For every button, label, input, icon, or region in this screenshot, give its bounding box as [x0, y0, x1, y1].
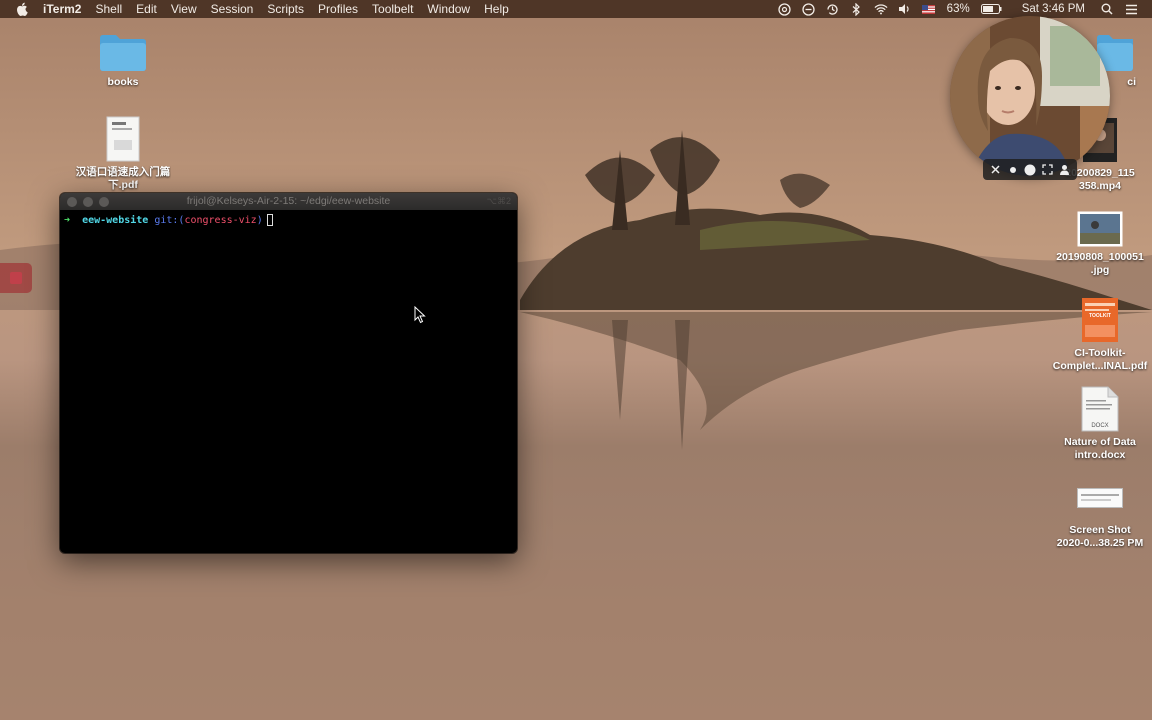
menu-shell[interactable]: Shell	[95, 0, 122, 18]
terminal-content[interactable]: ➜ eew-website git:(congress-viz)	[60, 210, 517, 232]
battery-icon[interactable]	[981, 2, 1003, 16]
bluetooth-icon[interactable]	[850, 2, 864, 16]
docx-document-icon: DOCX	[1081, 386, 1119, 432]
window-shortcut: ⌥⌘2	[486, 196, 511, 206]
desktop-icon-label: books	[107, 76, 139, 88]
window-titlebar[interactable]: frijol@Kelseys-Air-2-15: ~/edgi/eew-webs…	[60, 193, 517, 210]
desktop-folder-books[interactable]: books	[75, 32, 171, 89]
volume-icon[interactable]	[898, 2, 912, 16]
prompt-git-label: git:(	[154, 215, 185, 226]
search-icon[interactable]	[1100, 2, 1114, 16]
menu-view[interactable]: View	[171, 0, 197, 18]
menu-app-name[interactable]: iTerm2	[43, 0, 81, 18]
desktop-icon-label: Screen Shot 2020-0...38.25 PM	[1056, 524, 1144, 549]
text-cursor	[266, 214, 273, 226]
prompt-git-branch: congress-viz	[184, 215, 257, 226]
apple-menu-icon[interactable]	[15, 2, 29, 16]
small-size-icon[interactable]	[1006, 163, 1020, 177]
prompt-directory: eew-website	[82, 215, 149, 226]
menu-bar: iTerm2 Shell Edit View Session Scripts P…	[0, 0, 1152, 18]
creative-cloud-icon[interactable]	[778, 2, 792, 16]
menu-session[interactable]: Session	[211, 0, 254, 18]
desktop-file-jpg[interactable]: 20190808_100051 .jpg	[1052, 211, 1148, 277]
desktop-file-docx[interactable]: DOCX Nature of Data intro.docx	[1052, 386, 1148, 462]
mouse-pointer-icon	[414, 306, 426, 324]
menu-bar-status-area: 63% Sat 3:46 PM	[773, 0, 1152, 18]
stop-icon	[10, 272, 22, 284]
image-thumbnail-icon	[1077, 211, 1123, 247]
desktop-file-screenshot[interactable]: Screen Shot 2020-0...38.25 PM	[1052, 488, 1148, 550]
desktop-icon-label: Nature of Data intro.docx	[1064, 436, 1136, 461]
prompt-git-close: )	[256, 215, 263, 226]
menu-window[interactable]: Window	[427, 0, 470, 18]
folder-icon	[100, 35, 146, 71]
webcam-controls	[983, 159, 1077, 180]
close-icon[interactable]	[989, 163, 1003, 177]
prompt-arrow: ➜	[64, 215, 71, 226]
battery-percent[interactable]: 63%	[947, 3, 970, 15]
menu-clock[interactable]: Sat 3:46 PM	[1022, 3, 1085, 15]
fullscreen-icon[interactable]	[1040, 163, 1054, 177]
desktop-file-ci-toolkit-pdf[interactable]: TOOLKIT CI-Toolkit- Complet...INAL.pdf	[1052, 297, 1148, 373]
desktop-icon-label: 汉语口语速成入门篇 下.pdf	[75, 166, 171, 191]
person-icon[interactable]	[1057, 163, 1071, 177]
menu-scripts[interactable]: Scripts	[267, 0, 304, 18]
webcam-overlay[interactable]	[950, 16, 1110, 176]
webcam-feed-image	[950, 16, 1110, 176]
menu-help[interactable]: Help	[484, 0, 509, 18]
menu-profiles[interactable]: Profiles	[318, 0, 358, 18]
desktop-icon-label: 20190808_100051 .jpg	[1056, 251, 1144, 276]
stop-recording-tab[interactable]	[0, 263, 32, 293]
window-title: frijol@Kelseys-Air-2-15: ~/edgi/eew-webs…	[186, 195, 391, 207]
screenshot-thumbnail-icon	[1077, 488, 1123, 508]
toolkit-cover-text: TOOLKIT	[1089, 313, 1111, 319]
desktop-file-chinese-pdf[interactable]: 汉语口语速成入门篇 下.pdf	[75, 116, 171, 192]
sync-icon[interactable]	[802, 2, 816, 16]
us-flag-icon[interactable]	[922, 2, 936, 16]
wifi-icon[interactable]	[874, 2, 888, 16]
menu-toolbelt[interactable]: Toolbelt	[372, 0, 413, 18]
pdf-cover-thumbnail-icon: TOOLKIT	[1082, 298, 1118, 342]
control-center-icon[interactable]	[1124, 2, 1138, 16]
large-size-icon[interactable]	[1023, 163, 1037, 177]
pdf-document-icon	[106, 116, 140, 162]
docx-badge-text: DOCX	[1091, 423, 1108, 429]
desktop-icon-label: CI-Toolkit- Complet...INAL.pdf	[1052, 347, 1148, 372]
time-machine-icon[interactable]	[826, 2, 840, 16]
iterm-window[interactable]: frijol@Kelseys-Air-2-15: ~/edgi/eew-webs…	[60, 193, 517, 553]
menu-edit[interactable]: Edit	[136, 0, 157, 18]
